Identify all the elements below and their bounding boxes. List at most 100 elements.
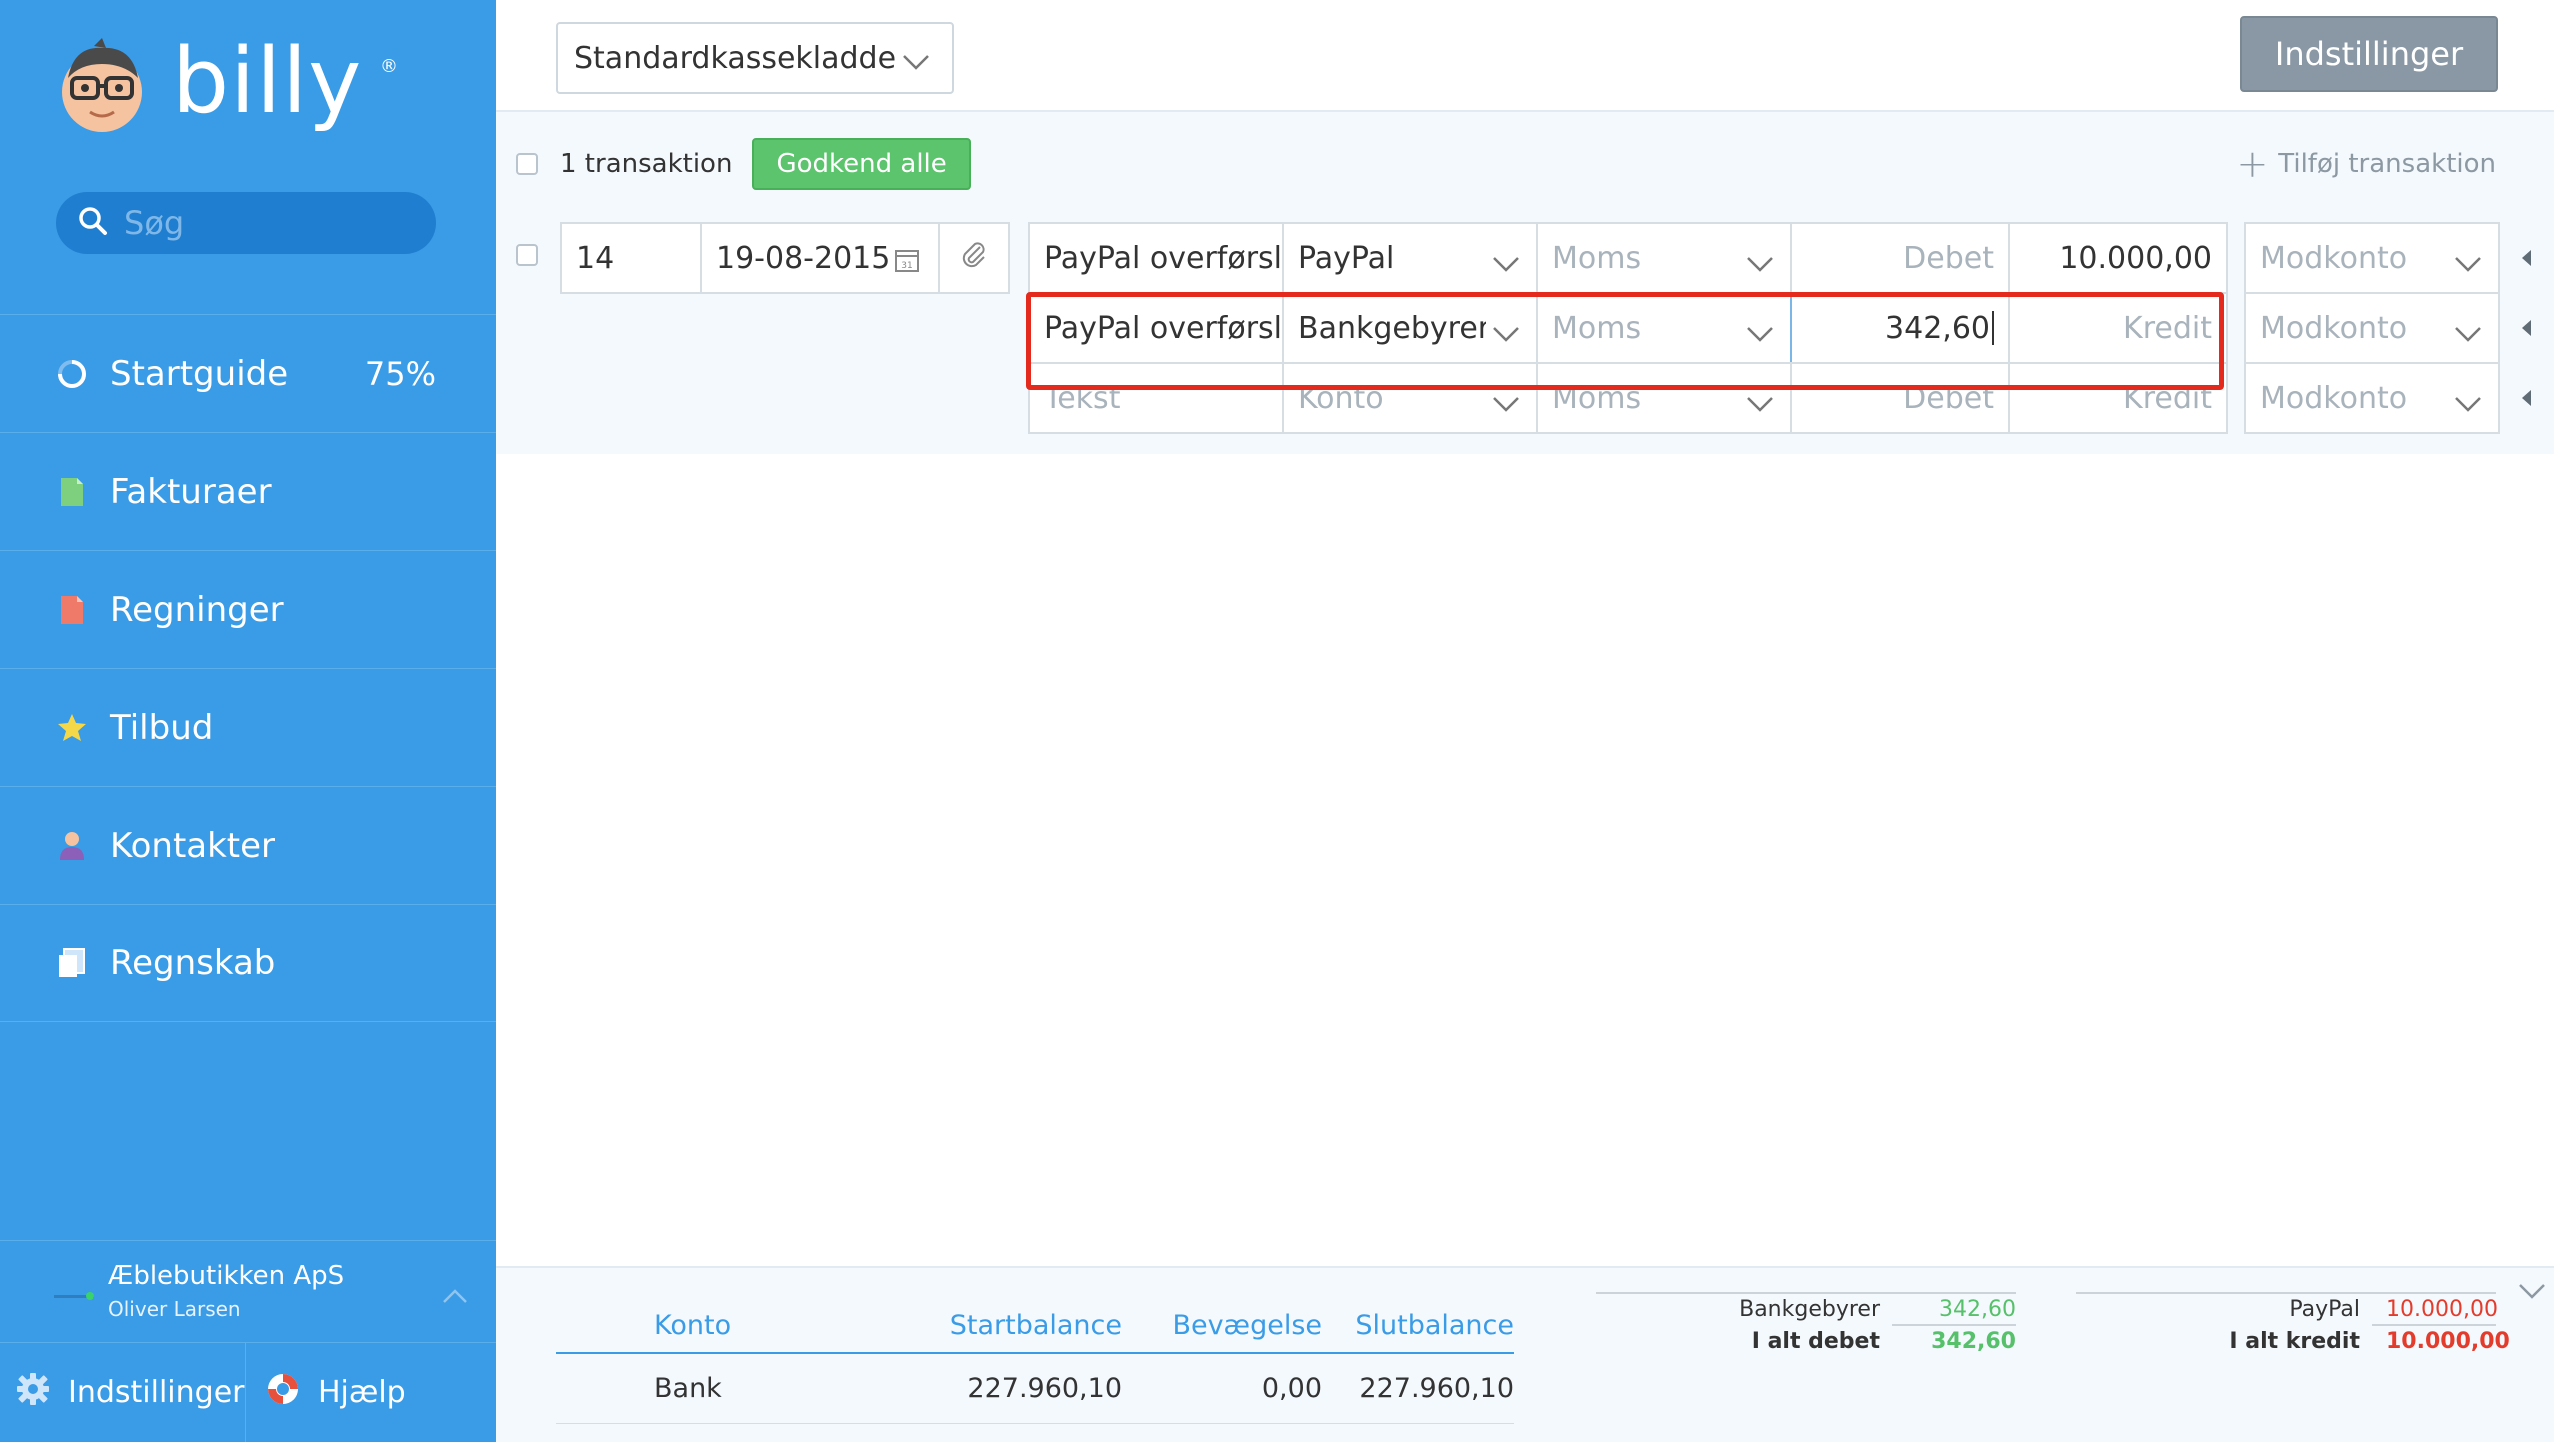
line1-contra-value: Modkonto — [2260, 240, 2408, 276]
transaction-count: 1 transaktion — [560, 149, 733, 179]
debit-total-label: I alt debet — [1751, 1328, 1880, 1354]
line2-contra-select[interactable]: Modkonto — [2244, 292, 2500, 364]
sidebar-settings-label: Indstillinger — [68, 1375, 245, 1410]
nav-item-tilbud[interactable]: Tilbud — [0, 668, 496, 786]
line1-vat-select[interactable]: Moms — [1536, 222, 1792, 294]
line3-vat-select[interactable]: Moms — [1536, 362, 1792, 434]
chevron-down-icon — [2454, 316, 2482, 351]
svg-text:31: 31 — [901, 261, 912, 271]
credit-total-row: I alt kredit 10.000,00 — [2076, 1326, 2510, 1356]
transaction-area: 1 transaktion Godkend alle + Tilføj tran… — [496, 112, 2554, 454]
chevron-down-icon — [1492, 246, 1520, 281]
balance-table: Konto Startbalance Bevægelse Slutbalance… — [556, 1298, 1514, 1424]
nav-label-startguide: Startguide — [110, 353, 289, 394]
invoice-document-icon — [56, 476, 88, 508]
col-header-end[interactable]: Slutbalance — [1322, 1310, 1514, 1341]
nav-label-kontakter: Kontakter — [110, 825, 276, 866]
line2-vat-value: Moms — [1552, 310, 1642, 346]
col-header-movement[interactable]: Bevægelse — [1122, 1310, 1322, 1341]
cell-start: 227.960,10 — [967, 1373, 1122, 1404]
nav-label-regnskab: Regnskab — [110, 943, 276, 983]
line2-expand-arrow-icon[interactable] — [2522, 320, 2531, 336]
nav-item-fakturaer[interactable]: Fakturaer — [0, 432, 496, 550]
approve-all-button[interactable]: Godkend alle — [752, 138, 971, 190]
date-field[interactable]: 19-08-2015 31 — [700, 222, 940, 294]
line3-text-field[interactable]: Tekst — [1028, 362, 1284, 434]
help-button[interactable]: Hjælp — [246, 1343, 406, 1442]
credit-account-row: PayPal 10.000,00 — [2076, 1294, 2498, 1324]
credit-account-label: PayPal — [2289, 1296, 2360, 1322]
line1-contra-select[interactable]: Modkonto — [2244, 222, 2500, 294]
line3-debit-field[interactable]: Debet — [1790, 362, 2010, 434]
sidebar: billy ® Startguide 75% Fa — [0, 0, 496, 1442]
credit-total-label: I alt kredit — [2229, 1328, 2360, 1354]
balance-table-header: Konto Startbalance Bevægelse Slutbalance — [556, 1298, 1514, 1354]
line3-vat-value: Moms — [1552, 380, 1642, 416]
table-row: Bank 227.960,10 0,00 227.960,10 — [556, 1354, 1514, 1424]
chevron-down-icon — [1486, 316, 1520, 351]
line1-credit-field[interactable]: 10.000,00 — [2008, 222, 2228, 294]
line3-expand-arrow-icon[interactable] — [2522, 390, 2531, 406]
select-all-checkbox[interactable] — [516, 153, 538, 175]
logo[interactable]: billy ® — [54, 29, 398, 134]
line1-debit-field[interactable]: Debet — [1790, 222, 2010, 294]
debit-totals: Bankgebyrer 342,60 I alt debet 342,60 — [1596, 1292, 2016, 1356]
entry-checkbox[interactable] — [516, 244, 538, 266]
col-header-start[interactable]: Startbalance — [896, 1310, 1122, 1341]
line2-text-field[interactable]: PayPal overførsle — [1028, 292, 1284, 364]
line2-vat-select[interactable]: Moms — [1536, 292, 1792, 364]
sidebar-settings-button[interactable]: Indstillinger — [0, 1343, 246, 1442]
col-header-account[interactable]: Konto — [556, 1310, 896, 1341]
nav-label-tilbud: Tilbud — [110, 707, 214, 748]
line1-expand-arrow-icon[interactable] — [2522, 250, 2531, 266]
cell-movement: 0,00 — [1261, 1373, 1322, 1404]
progress-ring-icon — [56, 358, 88, 390]
company-switcher[interactable]: Æblebutikken ApS Oliver Larsen — [0, 1240, 496, 1342]
nav-item-regnskab[interactable]: Regnskab — [0, 904, 496, 1022]
add-transaction-button[interactable]: + Tilføj transaktion — [2236, 142, 2496, 186]
debit-account-row: Bankgebyrer 342,60 — [1596, 1294, 2016, 1324]
main-content: Standardkassekladde Indstillinger 1 tran… — [496, 0, 2554, 1442]
chevron-down-icon — [902, 44, 930, 79]
journal-select[interactable]: Standardkassekladde — [556, 22, 954, 94]
gear-icon — [16, 1372, 68, 1414]
calendar-icon[interactable]: 31 — [894, 246, 920, 281]
line1-account-select[interactable]: PayPal — [1282, 222, 1538, 294]
company-user: Oliver Larsen — [108, 1297, 241, 1321]
line3-contra-select[interactable]: Modkonto — [2244, 362, 2500, 434]
search-box[interactable] — [56, 192, 436, 254]
credit-account-value: 10.000,00 — [2386, 1296, 2498, 1322]
search-input[interactable] — [124, 204, 414, 242]
nav-item-startguide[interactable]: Startguide 75% — [0, 314, 496, 432]
star-icon — [56, 712, 88, 744]
line3-credit-field[interactable]: Kredit — [2008, 362, 2228, 434]
cell-end: 227.960,10 — [1359, 1373, 1514, 1404]
line2-credit-field[interactable]: Kredit — [2008, 292, 2228, 364]
line1-text-field[interactable]: PayPal overførsle — [1028, 222, 1284, 294]
voucher-number-field[interactable]: 14 — [560, 222, 702, 294]
transaction-summary: 1 transaktion Godkend alle — [516, 134, 971, 194]
attachment-button[interactable] — [938, 222, 1010, 294]
nav-item-kontakter[interactable]: Kontakter — [0, 786, 496, 904]
sidebar-bottom-bar: Indstillinger Hjælp — [0, 1342, 496, 1442]
chevron-down-icon — [1746, 246, 1774, 281]
company-name: Æblebutikken ApS — [108, 1261, 345, 1291]
line3-account-value: Konto — [1298, 380, 1384, 416]
paperclip-icon — [960, 239, 988, 277]
startguide-progress: 75% — [364, 354, 436, 393]
nav-item-regninger[interactable]: Regninger — [0, 550, 496, 668]
search-icon — [78, 206, 108, 240]
journal-settings-button[interactable]: Indstillinger — [2240, 16, 2498, 92]
line2-debit-field[interactable]: 342,60 — [1790, 292, 2010, 364]
company-status-dot — [86, 1292, 94, 1300]
line1-account-value: PayPal — [1298, 240, 1395, 276]
line2-account-select[interactable]: Bankgebyrer — [1282, 292, 1538, 364]
debit-account-label: Bankgebyrer — [1739, 1296, 1880, 1322]
collapse-footer-chevron-icon[interactable] — [2518, 1282, 2546, 1304]
date-value: 19-08-2015 — [716, 240, 891, 276]
line3-account-select[interactable]: Konto — [1282, 362, 1538, 434]
line2-debit-value: 342,60 — [1885, 310, 1990, 346]
debit-total-value: 342,60 — [1931, 1328, 2016, 1354]
top-bar: Standardkassekladde Indstillinger — [496, 0, 2554, 112]
credit-total-value: 10.000,00 — [2386, 1328, 2510, 1354]
